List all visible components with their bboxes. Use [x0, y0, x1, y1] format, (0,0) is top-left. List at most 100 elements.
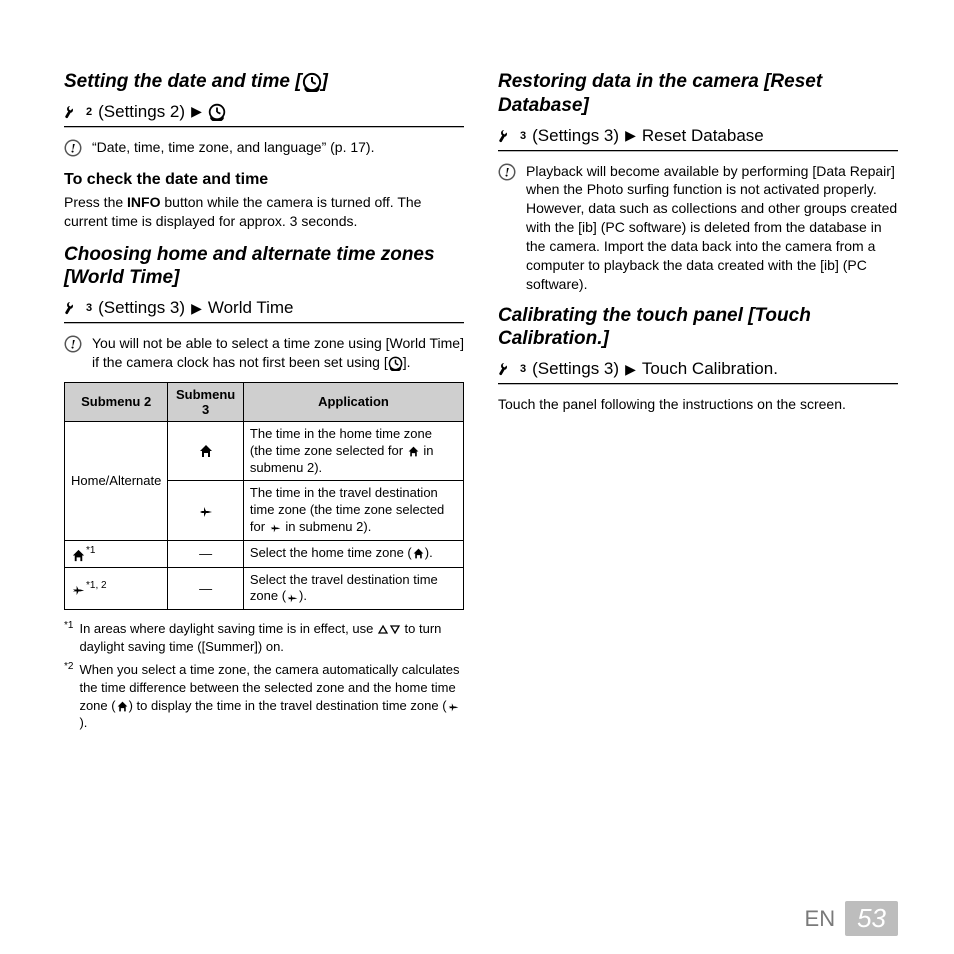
heading-world-time: Choosing home and alternate time zones […	[64, 243, 464, 291]
footnote-ref: *1	[86, 545, 95, 556]
menu-path-touch-calibration: 3 (Settings 3) ▶ Touch Calibration.	[498, 359, 898, 379]
table-row: Home/Alternate The time in the home time…	[65, 421, 464, 481]
page-number: 53	[857, 903, 886, 933]
section-divider	[64, 322, 464, 324]
section-divider	[64, 126, 464, 128]
path-target: Touch Calibration.	[642, 359, 778, 379]
footnotes: *1 In areas where daylight saving time i…	[64, 620, 464, 731]
settings-number-3: 3	[520, 363, 526, 375]
path-label: (Settings 2)	[98, 102, 185, 122]
path-target: World Time	[208, 298, 294, 318]
heading-touch-calibration: Calibrating the touch panel [Touch Calib…	[498, 304, 898, 352]
note-reset-database: Playback will become available by perfor…	[498, 162, 898, 294]
right-column: Restoring data in the camera [Reset Data…	[498, 60, 898, 738]
path-label: (Settings 3)	[98, 298, 185, 318]
body-touch-calibration: Touch the panel following the instructio…	[498, 395, 898, 414]
airplane-icon	[71, 582, 86, 597]
path-label: (Settings 3)	[532, 126, 619, 146]
caution-icon	[64, 335, 82, 353]
cell-home-fn1: *1	[65, 541, 168, 567]
cell-dash: —	[168, 541, 244, 567]
world-time-table: Submenu 2 Submenu 3 Application Home/Alt…	[64, 382, 464, 611]
cell-plane-fn12: *1, 2	[65, 567, 168, 610]
airplane-icon	[286, 591, 299, 604]
app-text: The time in the home time zone (the time…	[250, 426, 432, 458]
heading-suffix: ]	[322, 71, 328, 92]
arrow-icon: ▶	[191, 300, 202, 317]
airplane-icon	[269, 521, 282, 534]
menu-path-settings2: 2 (Settings 2) ▶	[64, 102, 464, 122]
airplane-icon	[198, 503, 214, 519]
triangle-down-icon	[389, 624, 401, 635]
language-code: EN	[805, 906, 836, 932]
path-target: Reset Database	[642, 126, 764, 146]
settings-number-2: 2	[86, 106, 92, 118]
path-label: (Settings 3)	[532, 359, 619, 379]
footnote-text: When you select a time zone, the camera …	[79, 661, 464, 731]
clock-icon	[388, 356, 403, 371]
subheading-check-date-time: To check the date and time	[64, 171, 464, 189]
caution-icon	[64, 139, 82, 157]
home-icon	[412, 547, 425, 560]
app-text: ).	[299, 588, 307, 603]
arrow-icon: ▶	[625, 127, 636, 144]
two-column-layout: Setting the date and time [] 2 (Settings…	[64, 60, 898, 738]
menu-path-reset-database: 3 (Settings 3) ▶ Reset Database	[498, 126, 898, 146]
cell-dash: —	[168, 567, 244, 610]
airplane-icon	[447, 700, 460, 713]
app-text: Select the home time zone (	[250, 545, 412, 560]
note-text: Playback will become available by perfor…	[526, 162, 898, 294]
footnote-label: *2	[64, 660, 73, 730]
cell-app-select-home: Select the home time zone ().	[243, 541, 463, 567]
note-text: You will not be able to select a time zo…	[92, 334, 464, 372]
table-row: *1 — Select the home time zone ().	[65, 541, 464, 567]
footnote-text: In areas where daylight saving time is i…	[79, 620, 464, 655]
fn-mid: ) to display the time in the travel dest…	[129, 698, 447, 713]
th-application: Application	[243, 382, 463, 421]
cell-plane-icon	[168, 481, 244, 541]
cell-home-alternate: Home/Alternate	[65, 421, 168, 540]
home-icon	[71, 548, 86, 563]
footnote-label: *1	[64, 619, 73, 654]
home-icon	[116, 700, 129, 713]
app-text: Select the travel destination time zone …	[250, 572, 438, 604]
cell-app-home: The time in the home time zone (the time…	[243, 421, 463, 481]
wrench-icon	[64, 104, 80, 120]
left-column: Setting the date and time [] 2 (Settings…	[64, 60, 464, 738]
fn-after: ).	[79, 715, 87, 730]
arrow-icon: ▶	[625, 361, 636, 378]
page-number-box: 53	[845, 901, 898, 936]
cell-app-travel: The time in the travel destination time …	[243, 481, 463, 541]
settings-number-3: 3	[520, 130, 526, 142]
heading-setting-date-time: Setting the date and time []	[64, 70, 464, 94]
cell-home-icon	[168, 421, 244, 481]
table-row: *1, 2 — Select the travel destination ti…	[65, 567, 464, 610]
note-world-time-precondition: You will not be able to select a time zo…	[64, 334, 464, 372]
cell-app-select-travel: Select the travel destination time zone …	[243, 567, 463, 610]
clock-icon	[302, 72, 322, 92]
caution-icon	[498, 163, 516, 181]
manual-page: Setting the date and time [] 2 (Settings…	[0, 0, 954, 954]
heading-reset-database: Restoring data in the camera [Reset Data…	[498, 70, 898, 118]
wrench-icon	[64, 300, 80, 316]
home-icon	[407, 445, 420, 458]
body-check-date-time: Press the INFO button while the camera i…	[64, 193, 464, 231]
note-text: “Date, time, time zone, and language” (p…	[92, 138, 464, 157]
wrench-icon	[498, 361, 514, 377]
page-footer: EN 53	[805, 901, 898, 936]
note-after: ].	[403, 354, 411, 370]
th-submenu3: Submenu 3	[168, 382, 244, 421]
note-date-time-reference: “Date, time, time zone, and language” (p…	[64, 138, 464, 157]
table-header-row: Submenu 2 Submenu 3 Application	[65, 382, 464, 421]
triangle-up-icon	[377, 624, 389, 635]
footnote-1: *1 In areas where daylight saving time i…	[64, 620, 464, 655]
app-text: ).	[425, 545, 433, 560]
body-prefix: Press the	[64, 194, 127, 210]
clock-icon	[208, 103, 226, 121]
th-submenu2: Submenu 2	[65, 382, 168, 421]
wrench-icon	[498, 128, 514, 144]
info-button-label: INFO	[127, 194, 160, 210]
footnote-2: *2 When you select a time zone, the came…	[64, 661, 464, 731]
arrow-icon: ▶	[191, 103, 202, 120]
footnote-ref: *1, 2	[86, 580, 107, 591]
